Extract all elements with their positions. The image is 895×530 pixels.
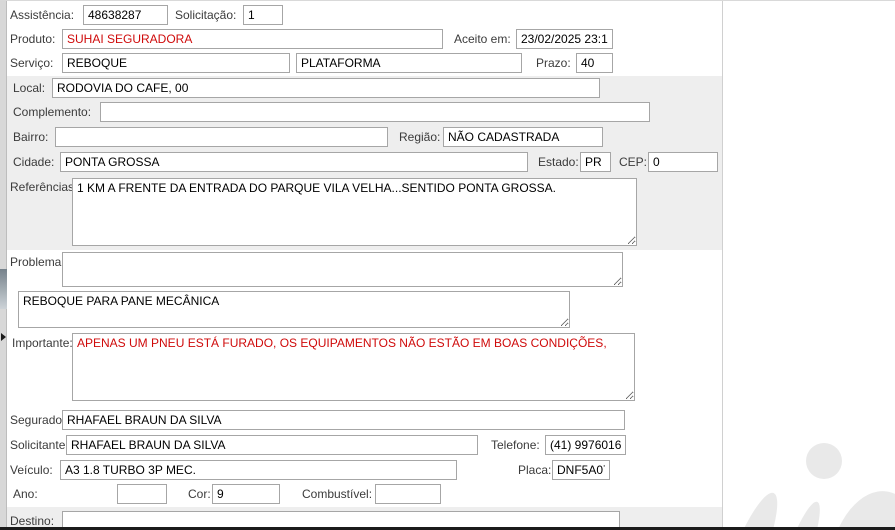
servico-tipo-input[interactable]: [296, 53, 522, 73]
splitter-drag-handle[interactable]: [0, 269, 7, 309]
importante-textarea[interactable]: APENAS UM PNEU ESTÁ FURADO, OS EQUIPAMEN…: [72, 333, 635, 401]
regiao-label: Região:: [399, 130, 441, 144]
complemento-input[interactable]: [100, 102, 650, 122]
combustivel-input[interactable]: [375, 484, 441, 504]
importante-label: Importante:: [12, 336, 73, 350]
cep-label: CEP:: [619, 155, 648, 169]
combustivel-label: Combustível:: [302, 487, 373, 501]
prazo-label: Prazo:: [536, 56, 571, 70]
solicitacao-input[interactable]: [243, 5, 283, 25]
solicitacao-label: Solicitação:: [175, 8, 237, 22]
ano-input[interactable]: [117, 484, 167, 504]
regiao-input[interactable]: [443, 127, 603, 147]
problema-descricao-textarea[interactable]: REBOQUE PARA PANE MECÂNICA: [18, 291, 570, 328]
side-panel-splitter[interactable]: [0, 1, 7, 530]
referencias-textarea[interactable]: 1 KM A FRENTE DA ENTRADA DO PARQUE VILA …: [72, 178, 637, 246]
local-input[interactable]: [52, 78, 600, 98]
local-label: Local:: [13, 81, 46, 95]
telefone-label: Telefone:: [491, 438, 540, 452]
cidade-label: Cidade:: [13, 155, 55, 169]
aceito-em-label: Aceito em:: [454, 32, 511, 46]
aceito-em-input[interactable]: [516, 29, 613, 49]
segurado-input[interactable]: [62, 410, 625, 430]
veiculo-label: Veículo:: [10, 463, 53, 477]
estado-input[interactable]: [580, 152, 611, 172]
expand-panel-arrow-icon[interactable]: [1, 333, 6, 341]
watermark-stroke: [827, 484, 895, 530]
bairro-label: Bairro:: [13, 130, 49, 144]
watermark-stroke: [774, 498, 828, 530]
placa-input[interactable]: [552, 460, 610, 480]
problema-label: Problema:: [10, 255, 65, 269]
segurado-label: Segurado:: [10, 413, 66, 427]
solicitante-label: Solicitante:: [10, 438, 69, 452]
prazo-input[interactable]: [576, 53, 613, 73]
panel-divider: [722, 1, 723, 530]
cor-input[interactable]: [212, 484, 280, 504]
servico-label: Serviço:: [10, 56, 54, 70]
ano-label: Ano:: [13, 487, 38, 501]
placa-label: Placa:: [518, 463, 552, 477]
solicitante-input[interactable]: [66, 435, 478, 455]
cep-input[interactable]: [648, 152, 718, 172]
bairro-input[interactable]: [55, 127, 388, 147]
servico-input[interactable]: [62, 53, 290, 73]
produto-input[interactable]: [62, 29, 443, 49]
watermark-logo: [806, 443, 842, 479]
cidade-input[interactable]: [60, 152, 528, 172]
telefone-input[interactable]: [545, 435, 626, 455]
veiculo-input[interactable]: [60, 460, 457, 480]
referencias-label: Referências:: [10, 180, 78, 194]
estado-label: Estado:: [538, 155, 579, 169]
produto-label: Produto:: [10, 32, 56, 46]
watermark-stroke: [718, 487, 788, 530]
assistencia-input[interactable]: [83, 5, 168, 25]
problema-textarea[interactable]: [62, 252, 623, 287]
cor-label: Cor:: [188, 487, 211, 501]
assistance-form-window: Assistência: Solicitação: Produto: Aceit…: [0, 0, 895, 530]
complemento-label: Complemento:: [13, 105, 92, 119]
assistencia-label: Assistência:: [10, 8, 75, 22]
